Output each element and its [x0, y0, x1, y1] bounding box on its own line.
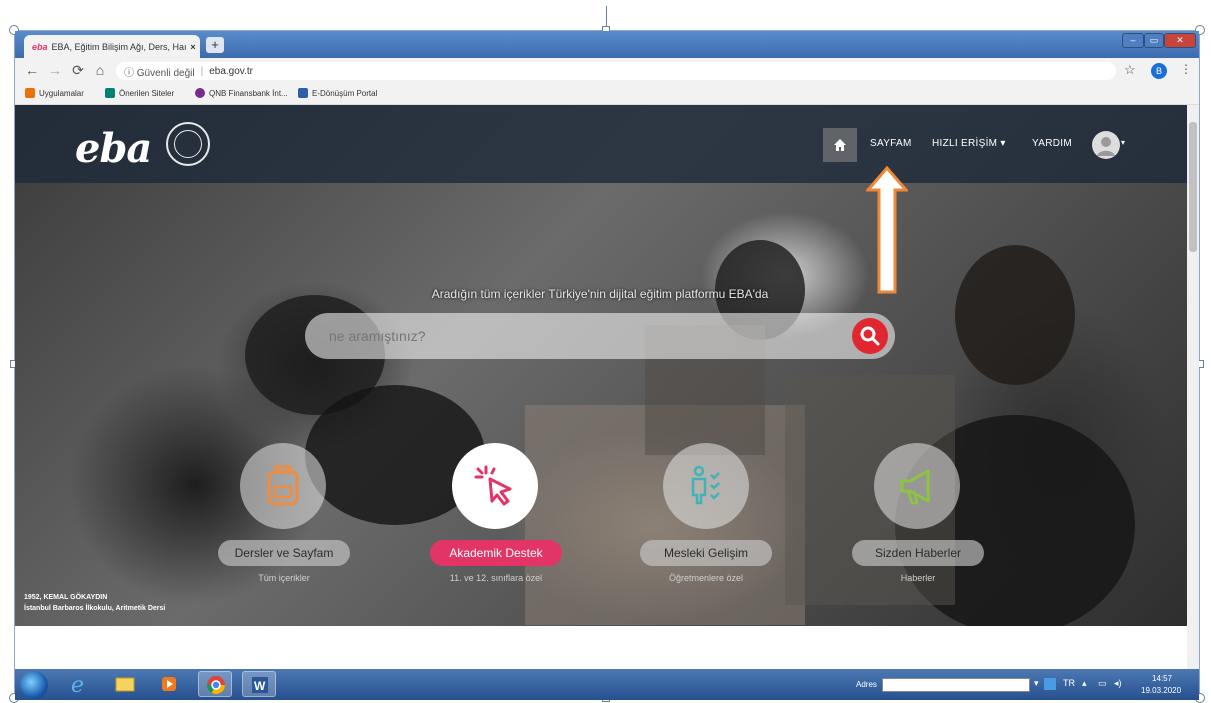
bookmark-onerilen[interactable]: Önerilen Siteler: [105, 88, 174, 98]
go-arrow-icon[interactable]: [1044, 678, 1056, 690]
tab-close-icon[interactable]: ×: [186, 42, 200, 52]
svg-text:e: e: [71, 673, 84, 697]
url-text: eba.gov.tr: [209, 65, 253, 77]
url-field[interactable]: ⓘ Güvenli değil | eba.gov.tr: [116, 62, 1116, 80]
eba-favicon-icon: eba: [32, 41, 48, 52]
meb-seal-inner: [174, 130, 202, 158]
tray-expand-icon[interactable]: ▴: [1082, 678, 1087, 689]
tile-dersler-circle[interactable]: [240, 443, 326, 529]
home-icon: [834, 139, 846, 151]
taskbar-media[interactable]: [152, 671, 186, 697]
tile-sizden-circle[interactable]: [874, 443, 960, 529]
address-dropdown-icon[interactable]: ▾: [1034, 678, 1039, 689]
cursor-click-icon: [474, 465, 512, 506]
word-icon: W: [252, 677, 268, 693]
chrome-icon: [207, 676, 225, 695]
tab-title: EBA, Eğitim Bilişim Ağı, Ders, Haı: [51, 41, 186, 52]
search-input[interactable]: [305, 313, 895, 359]
internet-explorer-icon: e: [71, 673, 84, 698]
tile-sizden-label[interactable]: Sizden Haberler: [852, 540, 984, 566]
photo-caption-subtitle: İstanbul Barbaros İlkokulu, Aritmetik De…: [24, 605, 166, 612]
bing-icon: [105, 88, 115, 98]
tagline: Aradığın tüm içerikler Türkiye'nin dijit…: [431, 287, 769, 301]
bookmark-edonusum[interactable]: E-Dönüşüm Portal: [298, 88, 377, 98]
bookmark-label: Uygulamalar: [39, 88, 84, 98]
reload-icon[interactable]: ⟳: [69, 60, 87, 80]
search-icon: [860, 326, 880, 346]
menu-kebab-icon[interactable]: ⋮: [1180, 62, 1192, 76]
forward-icon[interactable]: →: [46, 60, 64, 80]
new-tab-button[interactable]: +: [206, 37, 224, 53]
user-avatar-icon[interactable]: [1092, 131, 1120, 159]
media-player-icon: [162, 677, 176, 691]
home-button[interactable]: [823, 128, 857, 162]
bookmark-label: E-Dönüşüm Portal: [312, 88, 378, 98]
address-toolbar-input[interactable]: [882, 678, 1030, 692]
folder-icon: [115, 677, 135, 692]
start-button[interactable]: [20, 671, 48, 699]
scrollbar-thumb[interactable]: [1189, 122, 1197, 252]
clock-time[interactable]: 14:57: [1152, 674, 1172, 683]
tile-mesleki-sub: Öğretmenlere özel: [668, 573, 744, 583]
bookmark-qnb[interactable]: QNB Finansbank İnt...: [195, 88, 288, 98]
url-divider: |: [200, 65, 204, 77]
taskbar-chrome[interactable]: [198, 671, 232, 697]
network-icon[interactable]: ▭: [1098, 678, 1107, 689]
tile-akademik-label[interactable]: Akademik Destek: [430, 540, 562, 566]
apps-grid-icon: [25, 88, 35, 98]
qnb-icon: [195, 88, 205, 98]
nav-hizli-erisim[interactable]: HIZLI ERİŞİM ▾: [932, 138, 1006, 149]
photo-caption-title: 1952, KEMAL GÖKAYDIN: [24, 594, 108, 601]
taskbar-explorer[interactable]: [108, 671, 142, 697]
back-icon[interactable]: ←: [23, 60, 41, 80]
tile-mesleki-circle[interactable]: [663, 443, 749, 529]
megaphone-icon: [900, 469, 930, 505]
edonusum-icon: [298, 88, 308, 98]
backpack-icon: [267, 465, 299, 506]
svg-text:W: W: [254, 679, 266, 693]
bookmark-label: QNB Finansbank İnt...: [209, 88, 288, 98]
annotation-arrow-icon: [866, 166, 908, 294]
address-toolbar-label: Adres: [856, 680, 877, 689]
maximize-button[interactable]: ▭: [1144, 33, 1164, 48]
taskbar-word[interactable]: W: [242, 671, 276, 697]
bookmark-star-icon[interactable]: ☆: [1124, 62, 1136, 78]
nav-yardim[interactable]: YARDIM: [1032, 138, 1072, 149]
tile-dersler-sub: Tüm içerikler: [258, 573, 310, 583]
taskbar-ie[interactable]: e: [62, 671, 96, 698]
minimize-button[interactable]: –: [1122, 33, 1144, 48]
page-bottom-area: [15, 626, 1187, 669]
hero-background-photo: [15, 105, 1187, 626]
tile-mesleki-label[interactable]: Mesleki Gelişim: [640, 540, 772, 566]
tile-dersler-label[interactable]: Dersler ve Sayfam: [218, 540, 350, 566]
home-icon[interactable]: ⌂: [91, 60, 109, 80]
tile-akademik-circle[interactable]: [452, 443, 538, 529]
tile-akademik-sub: 11. ve 12. sınıflara özel: [449, 573, 543, 583]
search-button[interactable]: [852, 318, 888, 354]
volume-icon[interactable]: ◂): [1114, 678, 1122, 689]
browser-tab[interactable]: eba EBA, Eğitim Bilişim Ağı, Ders, Haı ×: [24, 35, 200, 58]
close-window-button[interactable]: ✕: [1164, 33, 1196, 48]
security-indicator[interactable]: ⓘ Güvenli değil: [124, 64, 195, 79]
bookmarks-bar: [15, 84, 1199, 105]
photo-shapes: [245, 240, 1135, 626]
language-indicator[interactable]: TR: [1063, 678, 1075, 688]
avatar-caret-icon[interactable]: ▾: [1121, 138, 1125, 147]
eba-logo[interactable]: eba: [75, 125, 152, 172]
nav-sayfam[interactable]: SAYFAM: [870, 138, 912, 149]
profile-avatar[interactable]: B: [1151, 63, 1167, 79]
teacher-checklist-icon: [691, 465, 720, 505]
bookmark-label: Önerilen Siteler: [119, 88, 175, 98]
tile-sizden-sub: Haberler: [900, 573, 936, 583]
clock-date[interactable]: 19.03.2020: [1141, 686, 1181, 695]
bookmark-apps[interactable]: Uygulamalar: [25, 88, 84, 98]
